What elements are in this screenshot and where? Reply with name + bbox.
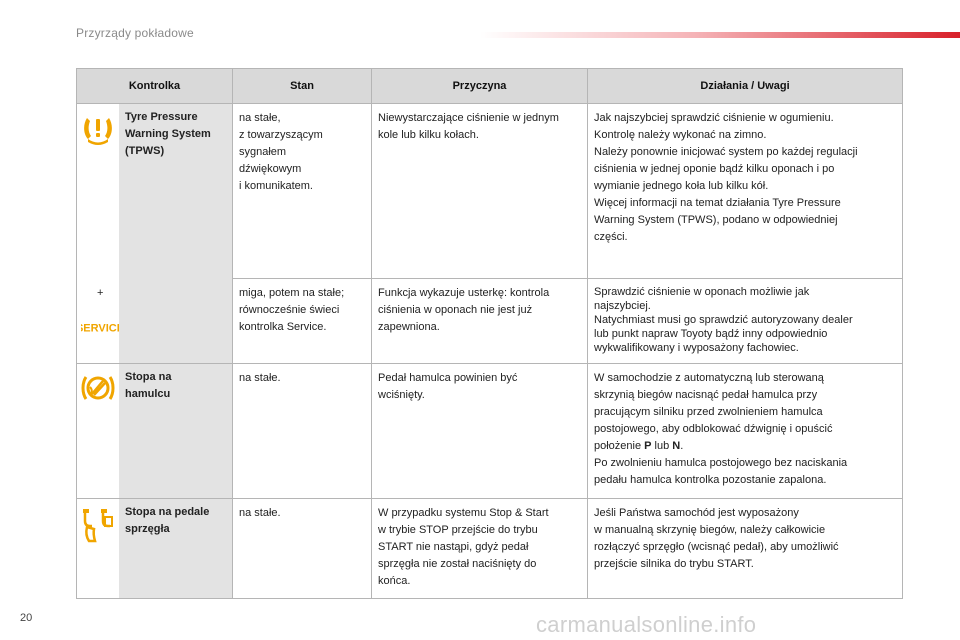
action-line: skrzynią biegów nacisnąć pedał hamulca p… xyxy=(594,389,818,401)
service-icon-text: SERVICE xyxy=(81,323,119,335)
state-line: równocześnie świeci xyxy=(239,304,340,316)
cause-line: sprzęgła nie został naciśnięty do xyxy=(378,558,537,570)
tpms-warning-icon xyxy=(84,118,112,145)
action-line: wykwalifikowany i wyposażony fachowiec. xyxy=(594,342,799,354)
watermark: carmanualsonline.info xyxy=(536,612,757,637)
table-row: Stopa na pedale sprzęgła na stałe. W prz… xyxy=(76,498,903,599)
brake-pedal-icon xyxy=(81,376,115,400)
action-line: Warning System (TPWS), podano w odpowied… xyxy=(594,214,838,226)
action-line: położenie P lub N. xyxy=(594,438,896,455)
action-line: Więcej informacji na temat działania Tyr… xyxy=(594,197,841,209)
state-line: na stałe, xyxy=(239,112,281,124)
action-line: części. xyxy=(594,231,628,243)
action-text: lub xyxy=(651,440,673,452)
table-row: Stopa na hamulcu na stałe. Pedał hamulca… xyxy=(76,363,903,499)
section-title: Przyrządy pokładowe xyxy=(76,26,194,40)
action-line: Jeśli Państwa samochód jest wyposażony xyxy=(594,507,799,519)
action-line: lub punkt napraw Toyoty bądź inny odpowi… xyxy=(594,328,828,340)
action-cell: Jak najszybciej sprawdzić ciśnienie w og… xyxy=(587,103,903,279)
state-line: z towarzyszącym xyxy=(239,129,323,141)
icon-cell: + SERVICE xyxy=(76,103,119,364)
action-cell: W samochodzie z automatyczną lub sterowa… xyxy=(587,363,903,499)
action-line: Kontrolę należy wykonać na zimno. xyxy=(594,129,767,141)
action-line: w manualną skrzynię biegów, należy całko… xyxy=(594,524,826,536)
icon-cell xyxy=(76,363,119,499)
cause-line: końca. xyxy=(378,575,411,587)
action-line: przejście silnika do trybu START. xyxy=(594,558,754,570)
cause-line: wciśnięty. xyxy=(378,389,425,401)
warning-name-cell: Stopa na hamulcu xyxy=(119,363,233,499)
column-header-stan: Stan xyxy=(232,68,372,104)
warning-name-line: hamulcu xyxy=(125,388,171,400)
state-cell: na stałe. xyxy=(232,363,372,499)
header-accent-bar xyxy=(480,32,960,38)
warning-name-line: Tyre Pressure xyxy=(125,111,198,123)
cause-line: START nie nastąpi, gdyż pedał xyxy=(378,541,529,553)
cause-line: W przypadku systemu Stop & Start xyxy=(378,507,549,519)
cause-line: Niewystarczające ciśnienie w jednym xyxy=(378,112,559,124)
state-line: miga, potem na stałe; xyxy=(239,287,345,299)
action-line: Natychmiast musi go sprawdzić autoryzowa… xyxy=(594,314,853,326)
warning-name-line: sprzęgła xyxy=(125,523,170,535)
action-cell: Jeśli Państwa samochód jest wyposażony w… xyxy=(587,498,903,599)
action-line: pracującym silniku przed zwolnieniem ham… xyxy=(594,406,823,418)
state-cell: miga, potem na stałe; równocześnie świec… xyxy=(232,278,372,364)
column-header-przyczyna: Przyczyna xyxy=(371,68,588,104)
action-text: . xyxy=(680,440,684,452)
action-line: postojowego, aby odblokować dźwignię i o… xyxy=(594,423,833,435)
cause-cell: Pedał hamulca powinien być wciśnięty. xyxy=(371,363,588,499)
action-cell: Sprawdzić ciśnienie w oponach możliwie j… xyxy=(587,278,903,364)
cause-line: Funkcja wykazuje usterkę: kontrola xyxy=(378,287,550,299)
column-header-dzialania: Działania / Uwagi xyxy=(587,68,903,104)
state-line: na stałe. xyxy=(239,507,281,519)
action-line: Sprawdzić ciśnienie w oponach możliwie j… xyxy=(594,286,810,298)
warning-name-line: Stopa na xyxy=(125,371,172,383)
cause-line: zapewniona. xyxy=(378,321,440,333)
cause-cell: Funkcja wykazuje usterkę: kontrola ciśni… xyxy=(371,278,588,364)
table-row: + SERVICE Tyre Pressure Warning System (… xyxy=(76,103,903,364)
state-line: kontrolka Service. xyxy=(239,321,327,333)
state-cell: na stałe. xyxy=(232,498,372,599)
action-line: Po zwolnieniu hamulca postojowego bez na… xyxy=(594,457,848,469)
action-line: Jak najszybciej sprawdzić ciśnienie w og… xyxy=(594,112,834,124)
cause-line: w trybie STOP przejście do trybu xyxy=(378,524,538,536)
warning-lights-table: Kontrolka Stan Przyczyna Działania / Uwa… xyxy=(76,68,903,599)
position-p: P xyxy=(644,440,652,452)
state-line: na stałe. xyxy=(239,372,281,384)
action-text: położenie xyxy=(594,440,645,452)
cause-cell: Niewystarczające ciśnienie w jednym kole… xyxy=(371,103,588,279)
state-cell: na stałe, z towarzyszącym sygnałem dźwię… xyxy=(232,103,372,279)
state-line: sygnałem xyxy=(239,146,287,158)
service-icon: SERVICE xyxy=(81,320,119,334)
action-line: wymianie jednego koła lub kilku kół. xyxy=(594,180,769,192)
cause-line: ciśnienia w oponach nie jest już xyxy=(378,304,533,316)
warning-name-line: Warning System xyxy=(125,128,211,140)
warning-name-cell: Tyre Pressure Warning System (TPWS) xyxy=(119,103,233,364)
state-line: i komunikatem. xyxy=(239,180,313,192)
plus-sign: + xyxy=(97,287,104,299)
table-header-row: Kontrolka Stan Przyczyna Działania / Uwa… xyxy=(76,68,903,104)
clutch-pedal-icon xyxy=(83,509,113,543)
state-line: dźwiękowym xyxy=(239,163,302,175)
warning-name-line: Stopa na pedale xyxy=(125,506,210,518)
warning-name-line: (TPWS) xyxy=(125,145,165,157)
action-line: W samochodzie z automatyczną lub sterowa… xyxy=(594,372,824,384)
warning-name-cell: Stopa na pedale sprzęgła xyxy=(119,498,233,599)
action-line: ciśnienia w jednej oponie bądź kilku opo… xyxy=(594,163,835,175)
action-line: pedału hamulca kontrolka pozostanie zapa… xyxy=(594,474,827,486)
cause-line: Pedał hamulca powinien być xyxy=(378,372,518,384)
action-line: Należy ponownie inicjować system po każd… xyxy=(594,146,858,158)
column-header-kontrolka: Kontrolka xyxy=(76,68,233,104)
cause-cell: W przypadku systemu Stop & Start w trybi… xyxy=(371,498,588,599)
icon-cell xyxy=(76,498,119,599)
action-line: rozłączyć sprzęgło (wcisnąć pedał), aby … xyxy=(594,541,839,553)
action-line: najszybciej. xyxy=(594,300,651,312)
cause-line: kole lub kilku kołach. xyxy=(378,129,479,141)
page-number: 20 xyxy=(20,612,33,624)
